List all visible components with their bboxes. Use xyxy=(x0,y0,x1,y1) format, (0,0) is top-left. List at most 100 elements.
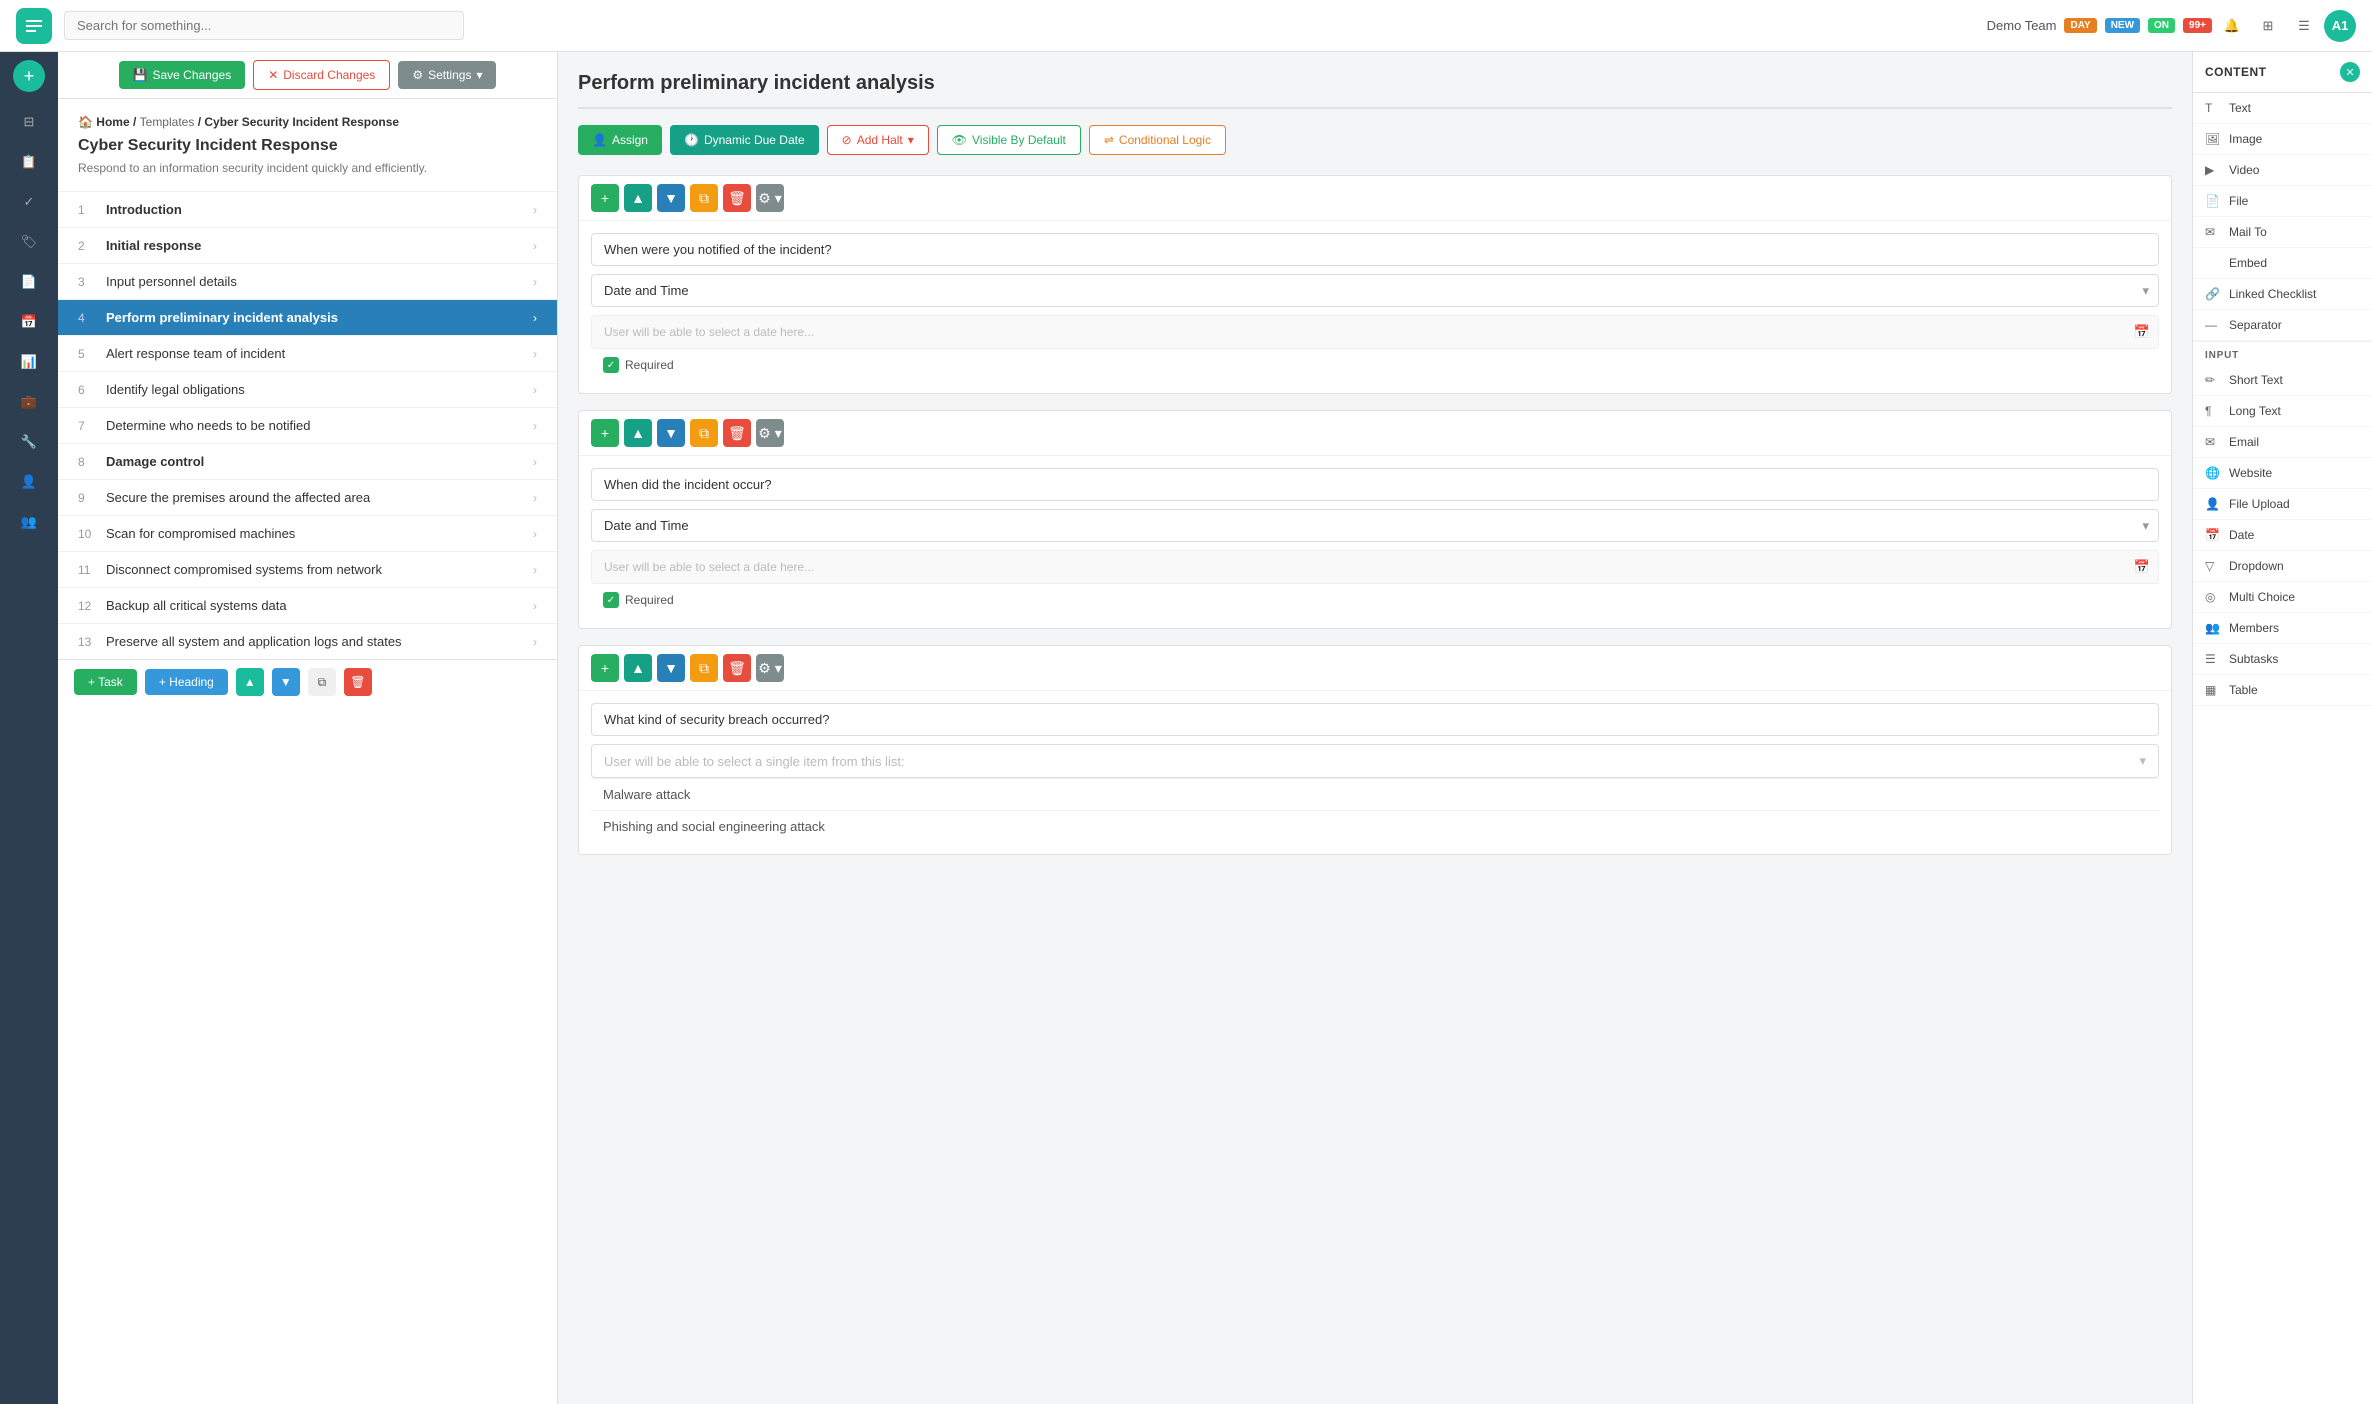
sidebar-template-icon[interactable]: 📄 xyxy=(11,264,47,300)
input-item-email[interactable]: ✉ Email xyxy=(2193,427,2372,458)
content-item-linked-checklist[interactable]: 🔗 Linked Checklist xyxy=(2193,279,2372,310)
sidebar-check-icon[interactable]: ✓ xyxy=(11,184,47,220)
sidebar-tag-icon[interactable]: 🏷 xyxy=(11,224,47,260)
field-delete-button-2[interactable]: 🗑 xyxy=(723,419,751,447)
assign-button[interactable]: 👤 Assign xyxy=(578,125,662,155)
calendar-icon-2[interactable]: 📅 xyxy=(2126,551,2158,583)
field-down-button-1[interactable]: ▼ xyxy=(657,184,685,212)
topnav-icons: 🔔 ⊞ ☰ xyxy=(2220,14,2316,38)
content-item-embed[interactable]: Embed xyxy=(2193,248,2372,279)
input-item-members[interactable]: 👥 Members xyxy=(2193,613,2372,644)
visible-by-default-button[interactable]: 👁 Visible By Default xyxy=(937,125,1081,155)
input-item-multi-choice[interactable]: ◎ Multi Choice xyxy=(2193,582,2372,613)
sidebar-calendar-icon[interactable]: 📅 xyxy=(11,304,47,340)
checklist-item-12[interactable]: 12 Backup all critical systems data › xyxy=(58,587,557,623)
input-item-website[interactable]: 🌐 Website xyxy=(2193,458,2372,489)
grid-icon[interactable]: ⊞ xyxy=(2256,14,2280,38)
sidebar-group-icon[interactable]: 👥 xyxy=(11,504,47,540)
search-field[interactable] xyxy=(64,11,464,40)
save-changes-button[interactable]: 💾 Save Changes xyxy=(119,61,246,89)
checklist-item-11[interactable]: 11 Disconnect compromised systems from n… xyxy=(58,551,557,587)
field-delete-button-3[interactable]: 🗑 xyxy=(723,654,751,682)
field-copy-button-1[interactable]: ⧉ xyxy=(690,184,718,212)
content-item-separator[interactable]: — Separator xyxy=(2193,310,2372,341)
sidebar-doc-icon[interactable]: 📋 xyxy=(11,144,47,180)
add-task-button[interactable]: + Task xyxy=(74,669,137,695)
checklist-item-5[interactable]: 5 Alert response team of incident › xyxy=(58,335,557,371)
field-add-button-2[interactable]: + xyxy=(591,419,619,447)
checklist-item-9[interactable]: 9 Secure the premises around the affecte… xyxy=(58,479,557,515)
input-item-subtasks[interactable]: ☰ Subtasks xyxy=(2193,644,2372,675)
field-up-button-3[interactable]: ▲ xyxy=(624,654,652,682)
input-item-short-text[interactable]: ✏ Short Text xyxy=(2193,365,2372,396)
checklist-item-10[interactable]: 10 Scan for compromised machines › xyxy=(58,515,557,551)
sidebar-user-icon[interactable]: 👤 xyxy=(11,464,47,500)
sidebar-item-label: Text xyxy=(2229,101,2251,115)
add-heading-button[interactable]: + Heading xyxy=(145,669,228,695)
add-halt-button[interactable]: ⊘ Add Halt ▾ xyxy=(827,125,929,155)
checklist-item-6[interactable]: 6 Identify legal obligations › xyxy=(58,371,557,407)
field-up-button-2[interactable]: ▲ xyxy=(624,419,652,447)
avatar[interactable]: A1 xyxy=(2324,10,2356,42)
field-type-select-1[interactable]: Date and Time xyxy=(591,274,2159,307)
field-settings-button-1[interactable]: ⚙ ▾ xyxy=(756,184,784,212)
copy-button[interactable]: ⧉ xyxy=(308,668,336,696)
content-item-video[interactable]: ▶ Video xyxy=(2193,155,2372,186)
dynamic-due-date-button[interactable]: 🕐 Dynamic Due Date xyxy=(670,125,819,155)
checklist-item-7[interactable]: 7 Determine who needs to be notified › xyxy=(58,407,557,443)
field-settings-button-3[interactable]: ⚙ ▾ xyxy=(756,654,784,682)
field-type-select-2[interactable]: Date and Time xyxy=(591,509,2159,542)
required-check-2[interactable]: ✓ xyxy=(603,592,619,608)
field-settings-button-2[interactable]: ⚙ ▾ xyxy=(756,419,784,447)
content-item-image[interactable]: 🖼 Image xyxy=(2193,124,2372,155)
field-add-button-3[interactable]: + xyxy=(591,654,619,682)
input-item-date[interactable]: 📅 Date xyxy=(2193,520,2372,551)
move-up-button[interactable]: ▲ xyxy=(236,668,264,696)
move-down-button[interactable]: ▼ xyxy=(272,668,300,696)
field-copy-button-2[interactable]: ⧉ xyxy=(690,419,718,447)
sidebar-chart-icon[interactable]: 📊 xyxy=(11,344,47,380)
list-icon[interactable]: ☰ xyxy=(2292,14,2316,38)
right-sidebar-close-button[interactable]: ✕ xyxy=(2340,62,2360,82)
content-item-mail-to[interactable]: ✉ Mail To xyxy=(2193,217,2372,248)
logo[interactable] xyxy=(16,8,52,44)
field-copy-button-3[interactable]: ⧉ xyxy=(690,654,718,682)
settings-icon: ⚙ xyxy=(412,68,423,82)
field-question-1[interactable] xyxy=(591,233,2159,266)
checklist-item-1[interactable]: 1 Introduction › xyxy=(58,191,557,227)
bell-icon[interactable]: 🔔 xyxy=(2220,14,2244,38)
field-down-button-3[interactable]: ▼ xyxy=(657,654,685,682)
checklist-item-8[interactable]: 8 Damage control › xyxy=(58,443,557,479)
sidebar-dashboard-icon[interactable]: ⊟ xyxy=(11,104,47,140)
field-down-button-2[interactable]: ▼ xyxy=(657,419,685,447)
field-delete-button-1[interactable]: 🗑 xyxy=(723,184,751,212)
add-button[interactable]: + xyxy=(13,60,45,92)
settings-button[interactable]: ⚙ Settings ▾ xyxy=(398,61,496,89)
field-question-3[interactable] xyxy=(591,703,2159,736)
breadcrumb-home[interactable]: 🏠 Home xyxy=(78,115,130,129)
content-item-text[interactable]: T Text xyxy=(2193,93,2372,124)
discard-changes-button[interactable]: ✕ Discard Changes xyxy=(253,60,390,90)
input-item-long-text[interactable]: ¶ Long Text xyxy=(2193,396,2372,427)
calendar-icon-1[interactable]: 📅 xyxy=(2126,316,2158,348)
search-input[interactable] xyxy=(64,11,464,40)
topnav: Demo Team DAY NEW ON 99+ 🔔 ⊞ ☰ A1 xyxy=(0,0,2372,52)
field-dropdown-3[interactable]: User will be able to select a single ite… xyxy=(591,744,2159,778)
delete-button[interactable]: 🗑 xyxy=(344,668,372,696)
field-question-2[interactable] xyxy=(591,468,2159,501)
required-check-1[interactable]: ✓ xyxy=(603,357,619,373)
input-item-table[interactable]: ▦ Table xyxy=(2193,675,2372,706)
checklist-item-2[interactable]: 2 Initial response › xyxy=(58,227,557,263)
input-item-file-upload[interactable]: 👤 File Upload xyxy=(2193,489,2372,520)
content-item-file[interactable]: 📄 File xyxy=(2193,186,2372,217)
sidebar-tool-icon[interactable]: 🔧 xyxy=(11,424,47,460)
checklist-item-4[interactable]: 4 Perform preliminary incident analysis … xyxy=(58,299,557,335)
checklist-item-3[interactable]: 3 Input personnel details › xyxy=(58,263,557,299)
conditional-logic-button[interactable]: ⇌ Conditional Logic xyxy=(1089,125,1226,155)
field-up-button-1[interactable]: ▲ xyxy=(624,184,652,212)
breadcrumb-templates[interactable]: Templates xyxy=(140,115,195,129)
field-add-button-1[interactable]: + xyxy=(591,184,619,212)
sidebar-briefcase-icon[interactable]: 💼 xyxy=(11,384,47,420)
input-item-dropdown[interactable]: ▽ Dropdown xyxy=(2193,551,2372,582)
checklist-item-13[interactable]: 13 Preserve all system and application l… xyxy=(58,623,557,659)
